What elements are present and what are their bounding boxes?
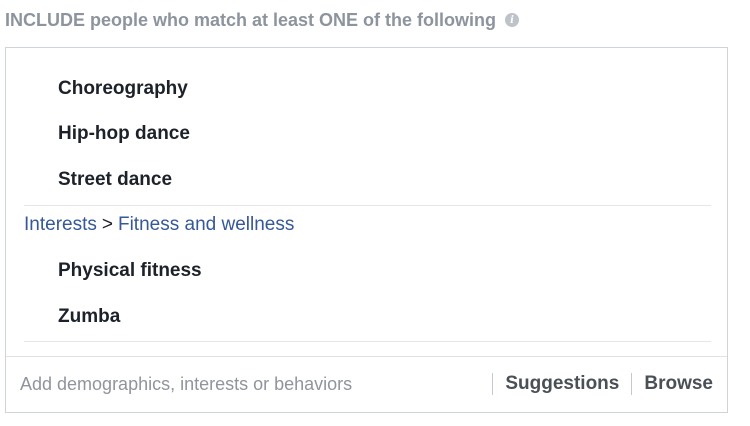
group-divider — [24, 205, 711, 206]
include-header: INCLUDE people who match at least ONE of… — [5, 8, 520, 32]
category-breadcrumb: Interests > Fitness and wellness — [24, 214, 294, 236]
footer-separator — [492, 373, 494, 395]
targeting-item-choreography[interactable]: Choreography — [58, 78, 188, 100]
targeting-item-street-dance[interactable]: Street dance — [58, 169, 172, 191]
targeting-box: Choreography Hip-hop dance Street dance … — [5, 47, 728, 413]
targeting-search-input[interactable] — [20, 369, 460, 399]
footer-actions: Suggestions Browse — [480, 371, 713, 397]
footer-separator — [631, 373, 633, 395]
targeting-item-hip-hop-dance[interactable]: Hip-hop dance — [58, 123, 190, 145]
targeting-list: Choreography Hip-hop dance Street dance … — [6, 48, 727, 359]
breadcrumb-fitness-wellness-link[interactable]: Fitness and wellness — [118, 214, 294, 235]
breadcrumb-separator: > — [101, 214, 113, 235]
include-header-title: INCLUDE people who match at least ONE of… — [5, 9, 497, 30]
suggestions-button[interactable]: Suggestions — [505, 373, 619, 395]
targeting-item-physical-fitness[interactable]: Physical fitness — [58, 260, 202, 282]
info-icon[interactable]: i — [505, 13, 520, 27]
list-bottom-divider — [24, 341, 711, 342]
targeting-footer: Suggestions Browse — [6, 356, 727, 412]
breadcrumb-interests-link[interactable]: Interests — [24, 214, 97, 235]
browse-button[interactable]: Browse — [644, 373, 713, 395]
targeting-item-zumba[interactable]: Zumba — [58, 306, 120, 328]
